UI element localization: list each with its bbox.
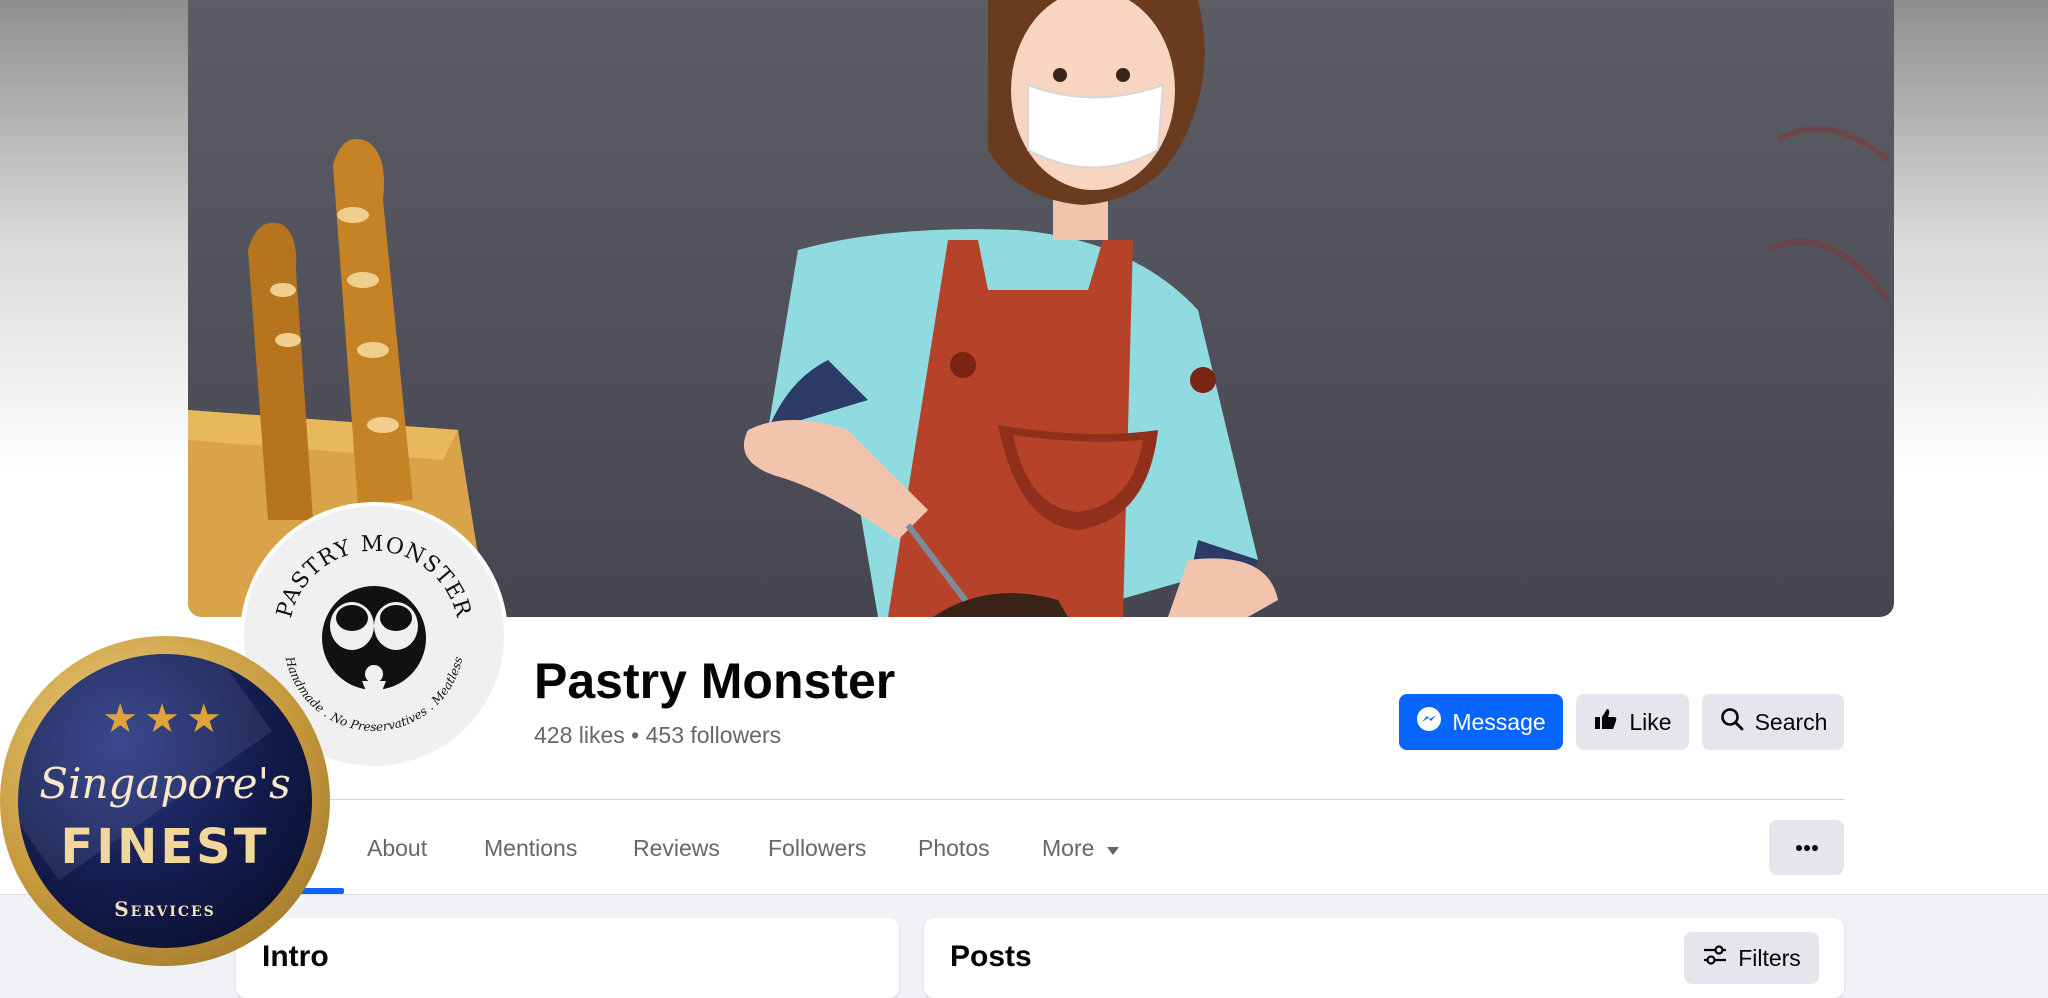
page-title: Pastry Monster xyxy=(534,653,896,709)
ellipsis-icon xyxy=(1795,839,1819,857)
page-stats[interactable]: 428 likes • 453 followers xyxy=(534,722,781,749)
tab-followers[interactable]: Followers xyxy=(768,820,866,876)
badge-services-text: Services xyxy=(114,897,216,921)
filters-button-label: Filters xyxy=(1738,944,1801,971)
posts-title: Posts xyxy=(950,940,1032,973)
search-button[interactable]: Search xyxy=(1702,694,1844,750)
intro-card: Intro xyxy=(236,918,899,998)
search-icon xyxy=(1719,706,1745,738)
tab-more[interactable]: More xyxy=(1042,820,1120,876)
badge-script-text: Singapore's xyxy=(39,759,291,808)
caret-down-icon xyxy=(1106,835,1120,862)
badge-stars: ★★★ xyxy=(102,697,228,741)
tab-more-label: More xyxy=(1042,834,1095,861)
tab-reviews[interactable]: Reviews xyxy=(633,820,720,876)
thumbs-up-icon xyxy=(1593,706,1619,738)
messenger-icon xyxy=(1416,706,1442,738)
message-button[interactable]: Message xyxy=(1399,694,1563,750)
search-button-label: Search xyxy=(1754,708,1828,735)
tab-about[interactable]: About xyxy=(367,820,427,876)
sliders-icon xyxy=(1702,944,1728,972)
badge-finest-text: FINEST xyxy=(60,819,270,875)
like-button[interactable]: Like xyxy=(1576,694,1689,750)
tab-mentions[interactable]: Mentions xyxy=(484,820,577,876)
message-button-label: Message xyxy=(1452,708,1546,735)
nav-bottom-border xyxy=(0,894,2048,895)
filters-button[interactable]: Filters xyxy=(1684,932,1819,984)
badge-inner: ★★★ Singapore's FINEST Services xyxy=(18,654,312,948)
intro-title: Intro xyxy=(262,940,329,973)
singapores-finest-badge: ★★★ Singapore's FINEST Services xyxy=(0,636,330,966)
header-divider xyxy=(248,799,1844,800)
like-button-label: Like xyxy=(1629,708,1672,735)
tab-photos[interactable]: Photos xyxy=(918,820,990,876)
more-options-button[interactable] xyxy=(1769,820,1844,875)
